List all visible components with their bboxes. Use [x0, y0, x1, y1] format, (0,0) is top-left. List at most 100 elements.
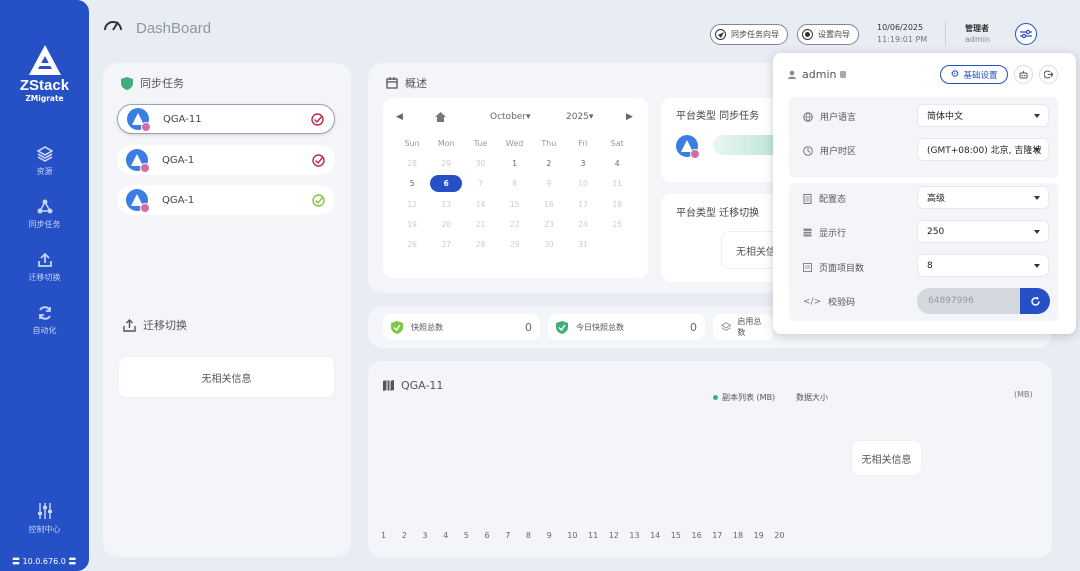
- nav-item-migration[interactable]: 迁移切换: [0, 252, 89, 283]
- week-row: 26 27 28 29 30 31: [395, 234, 635, 254]
- basic-settings-button[interactable]: ⚙ 基础设置: [940, 65, 1008, 84]
- calendar-day[interactable]: 21: [463, 220, 497, 229]
- calendar-day[interactable]: 20: [429, 220, 463, 229]
- nav-item-resources[interactable]: 资源: [0, 146, 89, 177]
- calendar-day[interactable]: 28: [463, 240, 497, 249]
- x-tick-label: 12: [608, 531, 619, 540]
- next-month-button[interactable]: ▶: [626, 112, 633, 122]
- calendar-day[interactable]: 23: [532, 220, 566, 229]
- setting-label: 配置态: [819, 195, 847, 205]
- timezone-label: 用户时区: [803, 144, 856, 157]
- task-item[interactable]: QGA-1: [117, 185, 335, 215]
- calendar-day[interactable]: 17: [566, 200, 600, 209]
- x-tick-label: 15: [670, 531, 681, 540]
- calendar-day[interactable]: 26: [395, 240, 429, 249]
- prev-month-button[interactable]: ◀: [396, 112, 403, 122]
- calendar-day-today[interactable]: 6: [429, 175, 463, 193]
- refresh-code-button[interactable]: [1020, 288, 1050, 314]
- calendar-day[interactable]: 30: [532, 240, 566, 249]
- user-role: 管理者: [965, 24, 989, 33]
- calendar-day[interactable]: 3: [566, 159, 600, 168]
- nav-label: 同步任务: [28, 220, 61, 229]
- layers-icon: [721, 322, 732, 332]
- display-rows-select[interactable]: 250: [917, 220, 1049, 243]
- logo-text: ZStack: [19, 77, 70, 94]
- adjust-icon: [1020, 29, 1032, 39]
- nav-label: 迁移切换: [28, 273, 61, 282]
- calendar-day[interactable]: 8: [498, 179, 532, 188]
- nav-item-automation[interactable]: 自动化: [0, 305, 89, 336]
- year-select[interactable]: 2025▾: [566, 112, 593, 122]
- home-icon[interactable]: [435, 112, 446, 122]
- stat-today-snapshots: 今日快照总数 0: [548, 314, 705, 340]
- refresh-icon: [38, 306, 51, 320]
- settings-wizard-button[interactable]: 设置向导: [797, 24, 859, 45]
- calendar-day[interactable]: 22: [498, 220, 532, 229]
- x-tick-label: 5: [463, 531, 469, 540]
- setting-label: 校验码: [828, 298, 856, 308]
- platform-avatar-icon: [127, 108, 151, 132]
- calendar-day[interactable]: 11: [600, 179, 634, 188]
- timezone-select[interactable]: (GMT+08:00) 北京, 吉隆坡: [917, 138, 1049, 161]
- config-mode-select[interactable]: 高级: [917, 186, 1049, 209]
- upload-icon: [123, 318, 136, 332]
- settings-toggle-button[interactable]: [1015, 23, 1037, 45]
- page-items-select[interactable]: 8: [917, 254, 1049, 277]
- layers-icon: [36, 146, 53, 162]
- popup-user: admin: [788, 68, 847, 81]
- x-tick-label: 17: [712, 531, 723, 540]
- calendar-day[interactable]: 28: [395, 159, 429, 168]
- calendar-day[interactable]: 5: [395, 179, 429, 188]
- calendar-day[interactable]: 24: [566, 220, 600, 229]
- calendar-day[interactable]: 12: [395, 200, 429, 209]
- verify-code-field[interactable]: 64897996: [917, 288, 1021, 314]
- nav-item-control-center[interactable]: 控制中心: [0, 502, 89, 535]
- calendar-day[interactable]: 19: [395, 220, 429, 229]
- calendar-day[interactable]: 15: [498, 200, 532, 209]
- task-item[interactable]: QGA-1: [117, 145, 335, 175]
- gear-icon: ⚙: [950, 69, 960, 80]
- menu-icon: 〓: [68, 557, 77, 566]
- sliders-icon: [37, 503, 52, 519]
- language-select[interactable]: 简体中文: [917, 104, 1049, 127]
- calendar-day[interactable]: 29: [429, 159, 463, 168]
- calendar-day[interactable]: 27: [429, 240, 463, 249]
- weekday-row: Sun Mon Tue Wed Thu Fri Sat: [395, 133, 635, 153]
- month-select[interactable]: October▾: [490, 112, 531, 122]
- calendar-day[interactable]: 2: [532, 159, 566, 168]
- calendar-day[interactable]: 7: [463, 179, 497, 188]
- calendar-day[interactable]: 14: [463, 200, 497, 209]
- menu-icon: 〓: [12, 557, 20, 566]
- task-item[interactable]: QGA-11: [117, 104, 335, 134]
- speedometer-icon: [104, 21, 122, 31]
- x-tick-label: 11: [588, 531, 599, 540]
- logout-icon: [1044, 70, 1053, 79]
- x-tick-label: 16: [691, 531, 702, 540]
- error-check-icon: [311, 112, 324, 126]
- week-row: 19 20 21 22 23 24 25: [395, 214, 635, 234]
- robot-button[interactable]: [1014, 65, 1033, 84]
- overview-title: 概述: [405, 77, 427, 90]
- logout-button[interactable]: [1039, 65, 1058, 84]
- calendar-day[interactable]: 18: [600, 200, 634, 209]
- sync-wizard-button[interactable]: 同步任务向导: [710, 24, 788, 45]
- calendar-day[interactable]: 10: [566, 179, 600, 188]
- calendar-day[interactable]: 13: [429, 200, 463, 209]
- calendar-day[interactable]: 29: [498, 240, 532, 249]
- error-check-icon: [312, 153, 325, 167]
- platform-sync-bar: [713, 135, 778, 155]
- success-check-icon: [312, 193, 325, 207]
- calendar-day[interactable]: 30: [463, 159, 497, 168]
- page-icon: [803, 263, 812, 272]
- weekday: Sun: [404, 138, 420, 148]
- calendar-day[interactable]: 1: [498, 159, 532, 168]
- platform-migrate-empty: 无相关信: [721, 231, 781, 269]
- nav-item-sync-tasks[interactable]: 同步任务: [0, 199, 89, 230]
- calendar-day[interactable]: 25: [600, 220, 634, 229]
- code-icon: </>: [803, 296, 822, 307]
- calendar-day[interactable]: 16: [532, 200, 566, 209]
- calendar-day[interactable]: 4: [600, 159, 634, 168]
- calendar-day[interactable]: 31: [566, 240, 600, 249]
- config-mode-label: 配置态: [803, 192, 846, 205]
- calendar-day[interactable]: 9: [532, 179, 566, 188]
